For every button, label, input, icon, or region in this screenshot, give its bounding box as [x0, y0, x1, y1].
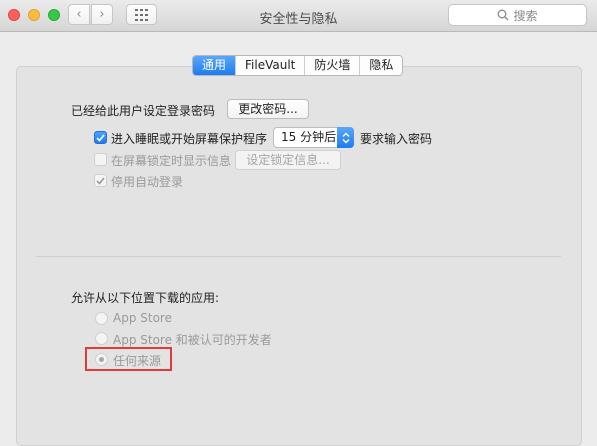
disable-auto-login-label: 停用自动登录	[111, 175, 184, 189]
tab-filevault[interactable]: FileVault	[235, 56, 304, 75]
change-password-button[interactable]: 更改密码...	[227, 99, 309, 119]
show-lock-message-checkbox[interactable]	[94, 153, 107, 166]
tab-bar: 通用 FileVault 防火墙 隐私	[192, 55, 404, 76]
require-password-checkbox[interactable]	[94, 131, 107, 144]
radio-app-store-identified-label: App Store 和被认可的开发者	[113, 333, 272, 347]
tab-general[interactable]: 通用	[193, 56, 236, 75]
radio-app-store-label: App Store	[113, 311, 172, 325]
password-delay-value: 15 分钟后	[281, 130, 337, 144]
allow-downloads-label: 允许从以下位置下载的应用:	[71, 291, 220, 305]
show-lock-message-label: 在屏幕锁定时显示信息	[111, 154, 232, 168]
radio-app-store[interactable]	[95, 312, 108, 325]
search-placeholder: 搜索	[513, 8, 538, 23]
checkmark-icon	[96, 176, 105, 185]
require-password-suffix: 要求输入密码	[360, 132, 433, 146]
tab-firewall[interactable]: 防火墙	[304, 56, 359, 75]
password-set-label: 已经给此用户设定登录密码	[71, 104, 216, 118]
password-delay-select[interactable]: 15 分钟后	[273, 127, 354, 148]
title-bar: ‹ › 安全性与隐私 搜索	[0, 0, 597, 32]
tab-privacy[interactable]: 隐私	[359, 56, 402, 75]
radio-app-store-identified[interactable]	[95, 332, 108, 345]
search-icon	[498, 9, 509, 21]
disable-auto-login-checkbox[interactable]	[94, 174, 107, 187]
up-down-arrows-icon	[337, 127, 354, 148]
section-divider	[36, 256, 561, 257]
highlight-box	[85, 347, 172, 371]
set-lock-message-button[interactable]: 设定锁定信息...	[235, 150, 341, 170]
search-field[interactable]: 搜索	[448, 4, 587, 26]
checkmark-icon	[96, 133, 105, 142]
require-password-label: 进入睡眠或开始屏幕保护程序	[111, 132, 268, 146]
